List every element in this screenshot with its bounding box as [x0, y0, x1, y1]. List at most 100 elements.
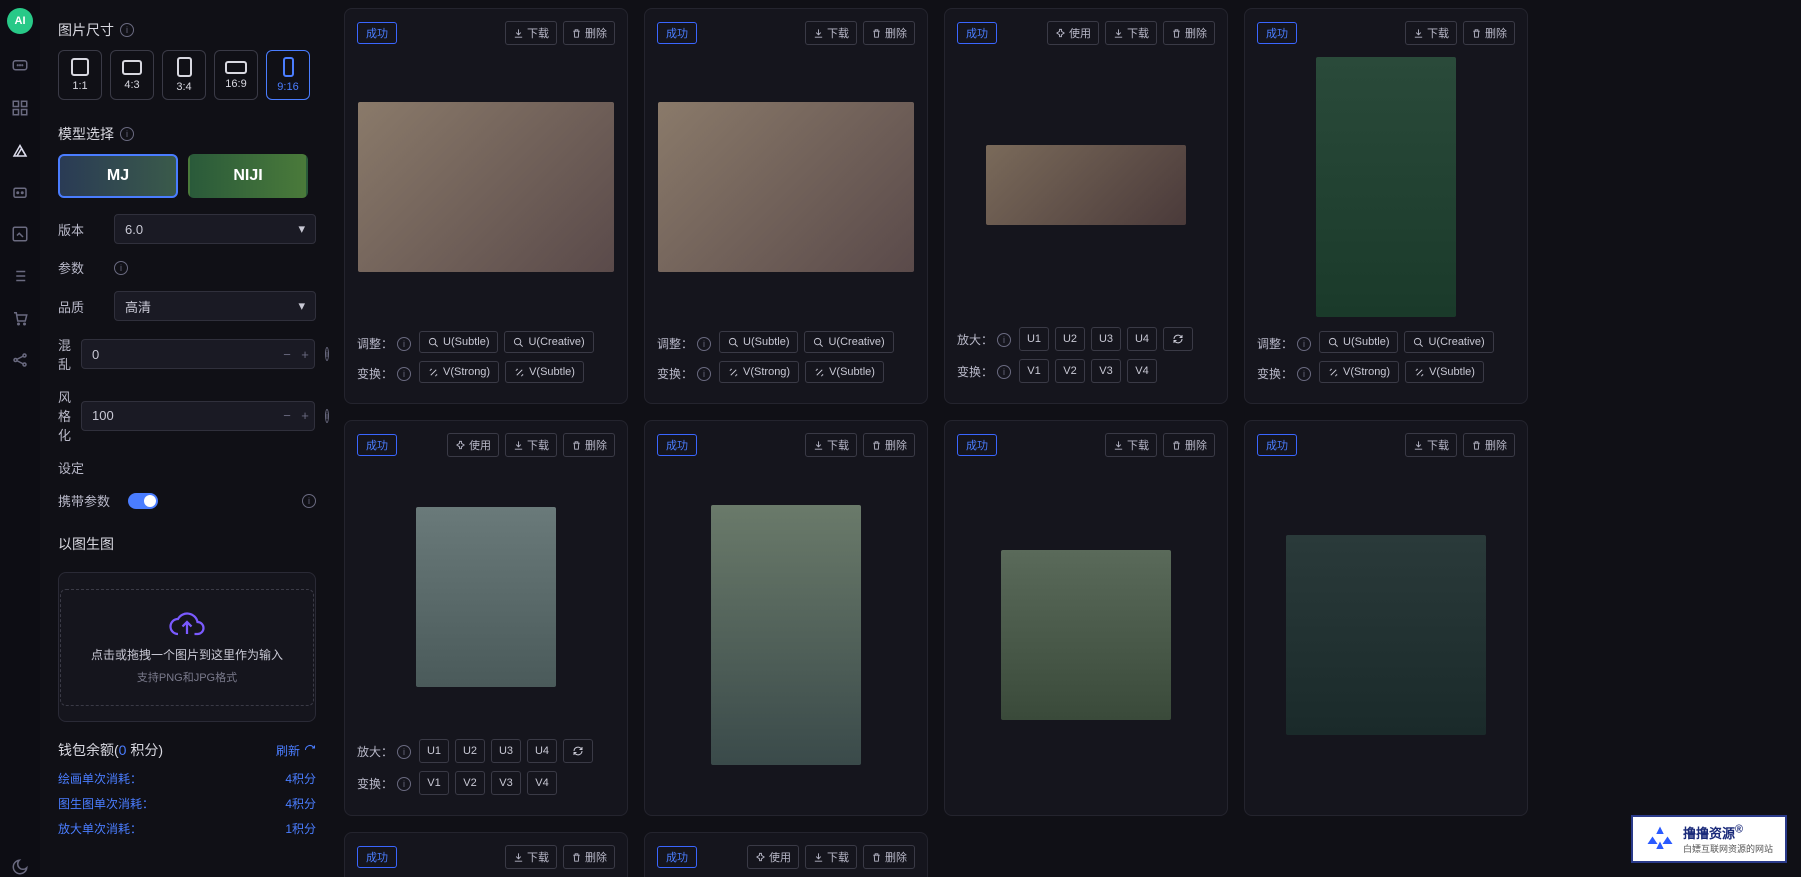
theme-icon[interactable] — [10, 857, 30, 877]
model-mj[interactable]: MJ — [58, 154, 178, 198]
u-subtle-button[interactable]: U(Subtle) — [419, 331, 498, 353]
upscale-U3[interactable]: U3 — [1091, 327, 1121, 351]
use-button[interactable]: 使用 — [1047, 21, 1099, 45]
quality-select[interactable]: 高清▾ — [114, 291, 316, 321]
refresh-button[interactable]: 刷新 — [276, 742, 316, 759]
result-image[interactable] — [358, 102, 614, 272]
download-button[interactable]: 下载 — [1405, 433, 1457, 457]
u-subtle-button[interactable]: U(Subtle) — [719, 331, 798, 353]
info-icon[interactable]: i — [302, 494, 316, 508]
status-badge: 成功 — [957, 434, 997, 456]
upload-dropzone[interactable]: 点击或拖拽一个图片到这里作为输入 支持PNG和JPG格式 — [58, 572, 316, 722]
image-gen-icon[interactable] — [10, 140, 30, 160]
v-subtle-button[interactable]: V(Subtle) — [1405, 361, 1484, 383]
cart-icon[interactable] — [10, 308, 30, 328]
u-creative-button[interactable]: U(Creative) — [1404, 331, 1493, 353]
model-niji[interactable]: NIJI — [188, 154, 308, 198]
delete-button[interactable]: 删除 — [1463, 433, 1515, 457]
download-button[interactable]: 下载 — [505, 845, 557, 869]
variation-V4[interactable]: V4 — [1127, 359, 1157, 383]
ratio-3:4[interactable]: 3:4 — [162, 50, 206, 100]
variation-V3[interactable]: V3 — [1091, 359, 1121, 383]
carry-params-label: 携带参数 — [58, 491, 118, 510]
v-subtle-button[interactable]: V(Subtle) — [805, 361, 884, 383]
delete-button[interactable]: 删除 — [1163, 433, 1215, 457]
delete-button[interactable]: 删除 — [863, 845, 915, 869]
carry-params-toggle[interactable] — [128, 493, 158, 509]
edit-icon[interactable] — [10, 224, 30, 244]
result-image[interactable] — [711, 505, 861, 765]
v-subtle-button[interactable]: V(Subtle) — [505, 361, 584, 383]
variation-V2[interactable]: V2 — [1055, 359, 1085, 383]
download-button[interactable]: 下载 — [1105, 433, 1157, 457]
apps-icon[interactable] — [10, 98, 30, 118]
variation-V4[interactable]: V4 — [527, 771, 557, 795]
ratio-9:16[interactable]: 9:16 — [266, 50, 310, 100]
share-icon[interactable] — [10, 350, 30, 370]
logo: AI — [7, 8, 33, 34]
result-image[interactable] — [416, 507, 556, 687]
download-button[interactable]: 下载 — [505, 21, 557, 45]
v-strong-button[interactable]: V(Strong) — [419, 361, 499, 383]
variation-V3[interactable]: V3 — [491, 771, 521, 795]
download-button[interactable]: 下载 — [805, 845, 857, 869]
variation-V1[interactable]: V1 — [419, 771, 449, 795]
result-image[interactable] — [1316, 57, 1456, 317]
u-subtle-button[interactable]: U(Subtle) — [1319, 331, 1398, 353]
list-icon[interactable] — [10, 266, 30, 286]
use-button[interactable]: 使用 — [747, 845, 799, 869]
info-icon[interactable]: i — [120, 23, 134, 37]
download-button[interactable]: 下载 — [805, 433, 857, 457]
download-button[interactable]: 下载 — [1405, 21, 1457, 45]
upscale-U2[interactable]: U2 — [1055, 327, 1085, 351]
delete-button[interactable]: 删除 — [563, 433, 615, 457]
u-creative-button[interactable]: U(Creative) — [804, 331, 893, 353]
u-creative-button[interactable]: U(Creative) — [504, 331, 593, 353]
result-image[interactable] — [986, 145, 1186, 225]
delete-button[interactable]: 删除 — [863, 21, 915, 45]
refresh-button[interactable] — [563, 739, 593, 763]
info-icon[interactable]: i — [325, 347, 329, 361]
status-badge: 成功 — [1257, 22, 1297, 44]
info-icon[interactable]: i — [120, 127, 134, 141]
info-icon[interactable]: i — [114, 261, 128, 275]
upscale-U4[interactable]: U4 — [1127, 327, 1157, 351]
download-button[interactable]: 下载 — [1105, 21, 1157, 45]
version-select[interactable]: 6.0▾ — [114, 214, 316, 244]
stylize-input[interactable]: −+ — [81, 401, 315, 431]
delete-button[interactable]: 删除 — [863, 433, 915, 457]
status-badge: 成功 — [657, 846, 697, 868]
ratio-16:9[interactable]: 16:9 — [214, 50, 258, 100]
chaos-input[interactable]: −+ — [81, 339, 315, 369]
delete-button[interactable]: 删除 — [563, 21, 615, 45]
upscale-U2[interactable]: U2 — [455, 739, 485, 763]
ratio-1:1[interactable]: 1:1 — [58, 50, 102, 100]
v-strong-button[interactable]: V(Strong) — [719, 361, 799, 383]
delete-button[interactable]: 删除 — [1463, 21, 1515, 45]
variation-V1[interactable]: V1 — [1019, 359, 1049, 383]
upscale-U3[interactable]: U3 — [491, 739, 521, 763]
result-image[interactable] — [1001, 550, 1171, 720]
cost-row: 绘画单次消耗：4积分 — [58, 770, 316, 787]
variation-V2[interactable]: V2 — [455, 771, 485, 795]
size-label: 图片尺寸i — [58, 20, 316, 40]
ratio-4:3[interactable]: 4:3 — [110, 50, 154, 100]
result-image[interactable] — [1286, 535, 1486, 735]
v-strong-button[interactable]: V(Strong) — [1319, 361, 1399, 383]
delete-button[interactable]: 删除 — [1163, 21, 1215, 45]
delete-button[interactable]: 删除 — [563, 845, 615, 869]
stylize-label: 风格化 — [58, 387, 71, 444]
status-badge: 成功 — [657, 22, 697, 44]
result-image[interactable] — [658, 102, 914, 272]
refresh-button[interactable] — [1163, 327, 1193, 351]
upscale-U1[interactable]: U1 — [1019, 327, 1049, 351]
use-button[interactable]: 使用 — [447, 433, 499, 457]
robot-icon[interactable] — [10, 182, 30, 202]
upscale-U4[interactable]: U4 — [527, 739, 557, 763]
chat-icon[interactable] — [10, 56, 30, 76]
download-button[interactable]: 下载 — [805, 21, 857, 45]
upscale-U1[interactable]: U1 — [419, 739, 449, 763]
download-button[interactable]: 下载 — [505, 433, 557, 457]
status-badge: 成功 — [357, 434, 397, 456]
info-icon[interactable]: i — [325, 409, 329, 423]
